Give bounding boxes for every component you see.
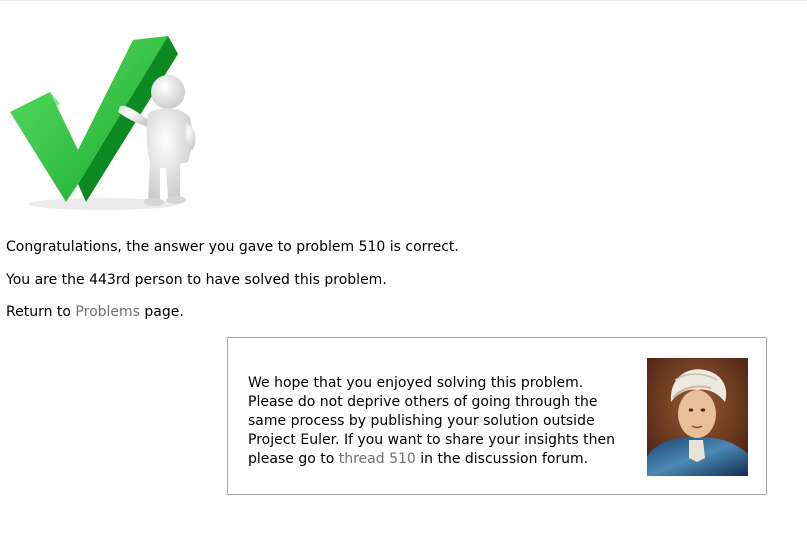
return-suffix: page.	[139, 304, 184, 320]
problems-link[interactable]: Problems	[75, 304, 140, 320]
solver-count-message: You are the 443rd person to have solved …	[6, 272, 387, 288]
forum-notice-text: We hope that you enjoyed solving this pr…	[248, 374, 628, 469]
euler-portrait	[647, 358, 748, 476]
forum-notice-tail: in the discussion forum.	[415, 451, 589, 467]
thread-link[interactable]: thread 510	[339, 451, 416, 467]
congratulations-message: Congratulations, the answer you gave to …	[6, 239, 459, 255]
top-divider	[0, 0, 807, 1]
checkmark-figure-icon	[10, 36, 196, 210]
forum-notice-box: We hope that you enjoyed solving this pr…	[227, 337, 767, 495]
return-prefix: Return to	[6, 304, 76, 320]
return-line: Return to Problems page.	[6, 304, 184, 321]
